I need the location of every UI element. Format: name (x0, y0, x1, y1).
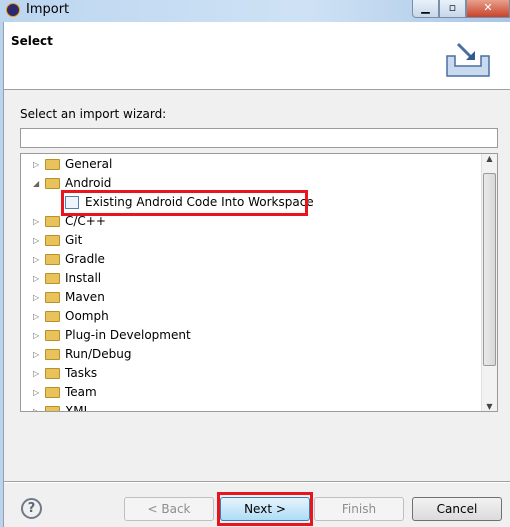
back-button[interactable]: < Back (124, 497, 214, 521)
selection-highlight-box (61, 190, 308, 216)
folder-icon (45, 235, 60, 246)
collapsed-arrow-icon[interactable]: ▷ (33, 364, 39, 383)
wizard-header: Select (4, 22, 510, 90)
collapsed-arrow-icon[interactable]: ▷ (33, 212, 39, 231)
folder-icon (45, 368, 60, 379)
tree-item-label: Oomph (65, 309, 109, 323)
vertical-scrollbar[interactable]: ▲ ▼ (481, 154, 497, 411)
collapsed-arrow-icon[interactable]: ▷ (33, 402, 39, 411)
tree-item-label: General (65, 157, 113, 171)
minimize-button[interactable]: ▁ (412, 0, 439, 18)
scroll-down-icon[interactable]: ▼ (482, 402, 497, 411)
folder-icon (45, 387, 60, 398)
window-title: Import (26, 2, 70, 17)
tree-item[interactable]: ▷ Git (21, 231, 481, 250)
tree-item[interactable]: ▷ Oomph (21, 307, 481, 326)
tree-item-label: Run/Debug (65, 347, 132, 361)
cancel-button[interactable]: Cancel (412, 497, 502, 521)
tree-item-label: Install (65, 271, 102, 285)
collapsed-arrow-icon[interactable]: ▷ (33, 269, 39, 288)
tree-item-label: Tasks (65, 366, 98, 380)
collapsed-arrow-icon[interactable]: ▷ (33, 231, 39, 250)
filter-input[interactable] (20, 128, 498, 148)
tree-item[interactable]: ▷ XML (21, 402, 481, 412)
tree-item[interactable]: ▷ Tasks (21, 364, 481, 383)
tree-item-label: Maven (65, 290, 105, 304)
collapsed-arrow-icon[interactable]: ▷ (33, 326, 39, 345)
collapsed-arrow-icon[interactable]: ▷ (33, 383, 39, 402)
next-highlight-box (217, 492, 313, 526)
title-bar: Import ▁ ▫ ✕ (0, 0, 510, 22)
tree-item[interactable]: ▷ Install (21, 269, 481, 288)
folder-icon (45, 330, 60, 341)
tree-item-label: Gradle (65, 252, 105, 266)
dialog-body: Select Select an import wizard: ▲ ▼ ▷ Gen… (3, 22, 510, 527)
scroll-up-icon[interactable]: ▲ (482, 154, 497, 163)
folder-icon (45, 254, 60, 265)
folder-icon (45, 159, 60, 170)
tree-item-label: Plug-in Development (65, 328, 191, 342)
tree-item[interactable]: ▷ Run/Debug (21, 345, 481, 364)
help-button[interactable]: ? (21, 498, 42, 519)
collapsed-arrow-icon[interactable]: ▷ (33, 307, 39, 326)
tree-item-label: Git (65, 233, 83, 247)
expanded-arrow-icon[interactable]: ◢ (33, 174, 39, 193)
import-wizard-icon (446, 42, 490, 77)
tree-item[interactable]: ▷ General (21, 155, 481, 174)
tree-item[interactable]: ▷ Plug-in Development (21, 326, 481, 345)
scroll-thumb[interactable] (483, 173, 496, 366)
wizard-tree[interactable]: ▲ ▼ ▷ General ◢ Android Existing Android Cod… (20, 153, 498, 412)
close-button[interactable]: ✕ (466, 0, 510, 18)
folder-icon (45, 178, 60, 189)
folder-icon (45, 273, 60, 284)
tree-item[interactable]: ▷ Gradle (21, 250, 481, 269)
folder-icon (45, 216, 60, 227)
tree-item-label: XML (65, 404, 91, 412)
tree-item[interactable]: ▷ Maven (21, 288, 481, 307)
collapsed-arrow-icon[interactable]: ▷ (33, 155, 39, 174)
folder-icon (45, 292, 60, 303)
divider (4, 481, 510, 483)
collapsed-arrow-icon[interactable]: ▷ (33, 345, 39, 364)
folder-icon (45, 406, 60, 411)
page-title: Select (11, 34, 53, 48)
folder-icon (45, 311, 60, 322)
folder-icon (45, 349, 60, 360)
finish-button[interactable]: Finish (314, 497, 404, 521)
collapsed-arrow-icon[interactable]: ▷ (33, 288, 39, 307)
tree-item-label: Team (65, 385, 97, 399)
maximize-button[interactable]: ▫ (439, 0, 466, 18)
tree-item[interactable]: ▷ Team (21, 383, 481, 402)
wizard-label: Select an import wizard: (20, 107, 167, 121)
eclipse-icon (6, 3, 20, 17)
collapsed-arrow-icon[interactable]: ▷ (33, 250, 39, 269)
